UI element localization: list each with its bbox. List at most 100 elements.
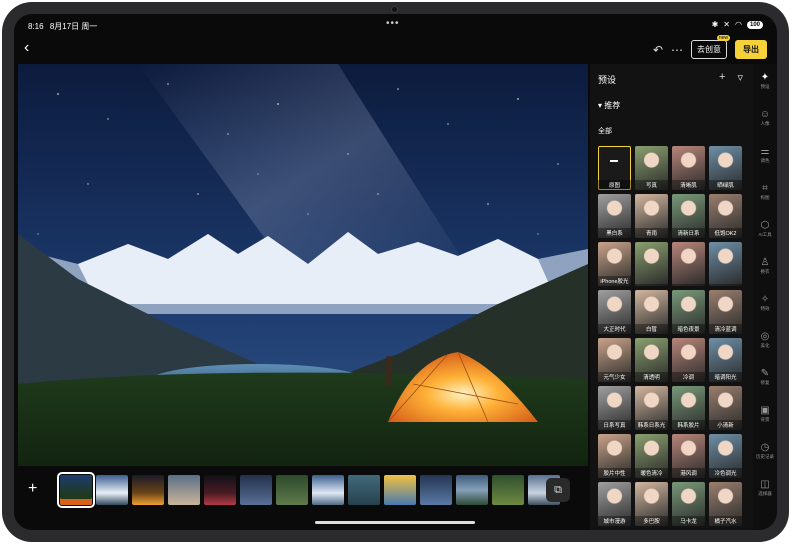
thumbnail[interactable] — [96, 475, 128, 505]
rail-item[interactable]: ◎ 美化 — [753, 331, 777, 349]
preset-item[interactable]: 青雨 — [635, 194, 668, 238]
rail-item[interactable]: ☺ 人像 — [753, 109, 777, 127]
add-photo-button[interactable]: + — [28, 480, 37, 498]
thumbnail[interactable] — [57, 472, 95, 508]
go-create-button[interactable]: 去创意 new — [691, 35, 730, 59]
preset-item[interactable]: 写真 — [635, 146, 668, 190]
preset-item[interactable] — [709, 242, 742, 286]
back-button[interactable]: ‹ — [24, 39, 29, 57]
rail-label: 背景 — [760, 417, 770, 422]
thumbnail[interactable] — [204, 475, 236, 505]
preset-label: 港风调 — [672, 468, 705, 478]
thumbnail[interactable] — [384, 475, 416, 505]
rail-label: 换衣 — [760, 269, 770, 274]
original-icon — [610, 160, 618, 162]
preset-label: 清透明 — [635, 372, 668, 382]
preset-item[interactable]: 元气少女 — [598, 338, 631, 382]
thumbnail[interactable] — [132, 475, 164, 505]
rail-icon: ♙ — [760, 257, 770, 268]
preset-item[interactable]: 清透明 — [635, 338, 668, 382]
rail-item[interactable]: ▣ 背景 — [753, 405, 777, 423]
preset-item[interactable]: 港风调 — [672, 434, 705, 478]
thumbnail[interactable] — [456, 475, 488, 505]
rail-item[interactable]: ♙ 换衣 — [753, 257, 777, 275]
preset-label: 暖色清冷 — [635, 468, 668, 478]
preset-item[interactable] — [635, 242, 668, 286]
preset-item[interactable]: 清新日系 — [672, 194, 705, 238]
rail-item[interactable]: ⚌ 调色 — [753, 146, 777, 164]
panel-title: 预设 — [598, 75, 617, 85]
preset-label: 大正时代 — [598, 324, 631, 334]
rail-item[interactable]: ◷ 历史记录 — [753, 442, 777, 460]
preset-label: 原图 — [598, 180, 631, 190]
thumbnail[interactable] — [312, 475, 344, 505]
preset-item[interactable]: 暗色夜景 — [672, 290, 705, 334]
preset-item[interactable]: 城市漫游 — [598, 482, 631, 526]
rail-item[interactable]: ⬡ AI工具 — [753, 220, 777, 238]
recommended-section-toggle[interactable]: ▾ 推荐 — [598, 100, 620, 111]
filter-all-tab[interactable]: 全部 — [598, 126, 612, 136]
rail-label: 历史记录 — [756, 454, 774, 459]
export-button[interactable]: 导出 — [735, 40, 767, 59]
rail-item[interactable]: ⌗ 构图 — [753, 183, 777, 201]
go-create-label: 去创意 — [697, 45, 721, 54]
preset-label: 多巴胺 — [635, 516, 668, 526]
preset-item[interactable]: 黑白系 — [598, 194, 631, 238]
preset-item[interactable]: 清晰肌 — [672, 146, 705, 190]
preset-item[interactable]: 大正时代 — [598, 290, 631, 334]
preset-item[interactable]: 清冷蓝调 — [709, 290, 742, 334]
thumbnail[interactable] — [168, 475, 200, 505]
home-indicator — [315, 521, 475, 524]
preset-label: 清冷蓝调 — [709, 324, 742, 334]
preset-item[interactable]: 橘子汽水 — [709, 482, 742, 526]
thumbnail[interactable] — [348, 475, 380, 505]
thumbnail[interactable] — [492, 475, 524, 505]
preset-item[interactable]: 晒绿肌 — [709, 146, 742, 190]
rail-item[interactable]: ✎ 修复 — [753, 368, 777, 386]
multitask-dots-icon[interactable]: ••• — [386, 18, 400, 29]
add-preset-button[interactable]: + — [719, 71, 725, 84]
preset-item[interactable] — [672, 242, 705, 286]
rail-item[interactable]: ◫ 选择器 — [753, 479, 777, 497]
undo-button[interactable]: ↶ — [653, 43, 663, 57]
preset-item[interactable]: 韩系胶片 — [672, 386, 705, 430]
preset-item[interactable]: 胶片中性 — [598, 434, 631, 478]
preset-item[interactable]: 暗调阳光 — [709, 338, 742, 382]
status-bar: 8:16 8月17日 周一 ••• ✱ ✕ ◠ 100 — [14, 14, 777, 36]
preset-item[interactable]: iPhone胶光 — [598, 242, 631, 286]
preset-label: 暗色夜景 — [672, 324, 705, 334]
rail-icon: ⬡ — [760, 220, 770, 231]
rail-label: AI工具 — [758, 232, 772, 237]
preset-panel: 预设 + ▿ ▾ 推荐 全部 原图 写真 清晰肌 晒绿肌黑白系 青雨 清新日系 低饱OK2 i… — [590, 64, 753, 530]
preset-original[interactable]: 原图 — [598, 146, 631, 190]
preset-item[interactable]: 小清新 — [709, 386, 742, 430]
preset-item[interactable]: 韩系日系光 — [635, 386, 668, 430]
preset-item[interactable]: 低饱OK2 — [709, 194, 742, 238]
preset-item[interactable]: 白皙 — [635, 290, 668, 334]
thumbnail[interactable] — [420, 475, 452, 505]
preset-item[interactable]: 冷色调光 — [709, 434, 742, 478]
front-camera — [392, 7, 397, 12]
thumbnail-row — [57, 472, 560, 508]
preset-label: 马卡龙 — [672, 516, 705, 526]
preset-item[interactable]: 马卡龙 — [672, 482, 705, 526]
preset-label: 写真 — [635, 180, 668, 190]
batch-edit-icon[interactable]: ⧉ — [546, 478, 570, 502]
preset-label: 黑白系 — [598, 228, 631, 238]
preset-label — [709, 284, 742, 286]
rail-item[interactable]: ✧ 特效 — [753, 294, 777, 312]
preset-item[interactable]: 冷调 — [672, 338, 705, 382]
preset-label: 低饱OK2 — [709, 228, 742, 238]
thumbnail[interactable] — [276, 475, 308, 505]
filter-icon[interactable]: ▿ — [737, 71, 743, 84]
preset-item[interactable]: 暖色清冷 — [635, 434, 668, 478]
preset-label: 小清新 — [709, 420, 742, 430]
thumbnail[interactable] — [240, 475, 272, 505]
bluetooth-icon: ✱ — [711, 20, 719, 29]
rail-icon: ◎ — [760, 331, 770, 342]
rail-item[interactable]: ✦ 预设 — [753, 72, 777, 90]
preset-item[interactable]: 日系写真 — [598, 386, 631, 430]
photo-canvas[interactable] — [18, 64, 588, 466]
more-options-button[interactable]: ⋯ — [671, 43, 683, 57]
preset-item[interactable]: 多巴胺 — [635, 482, 668, 526]
